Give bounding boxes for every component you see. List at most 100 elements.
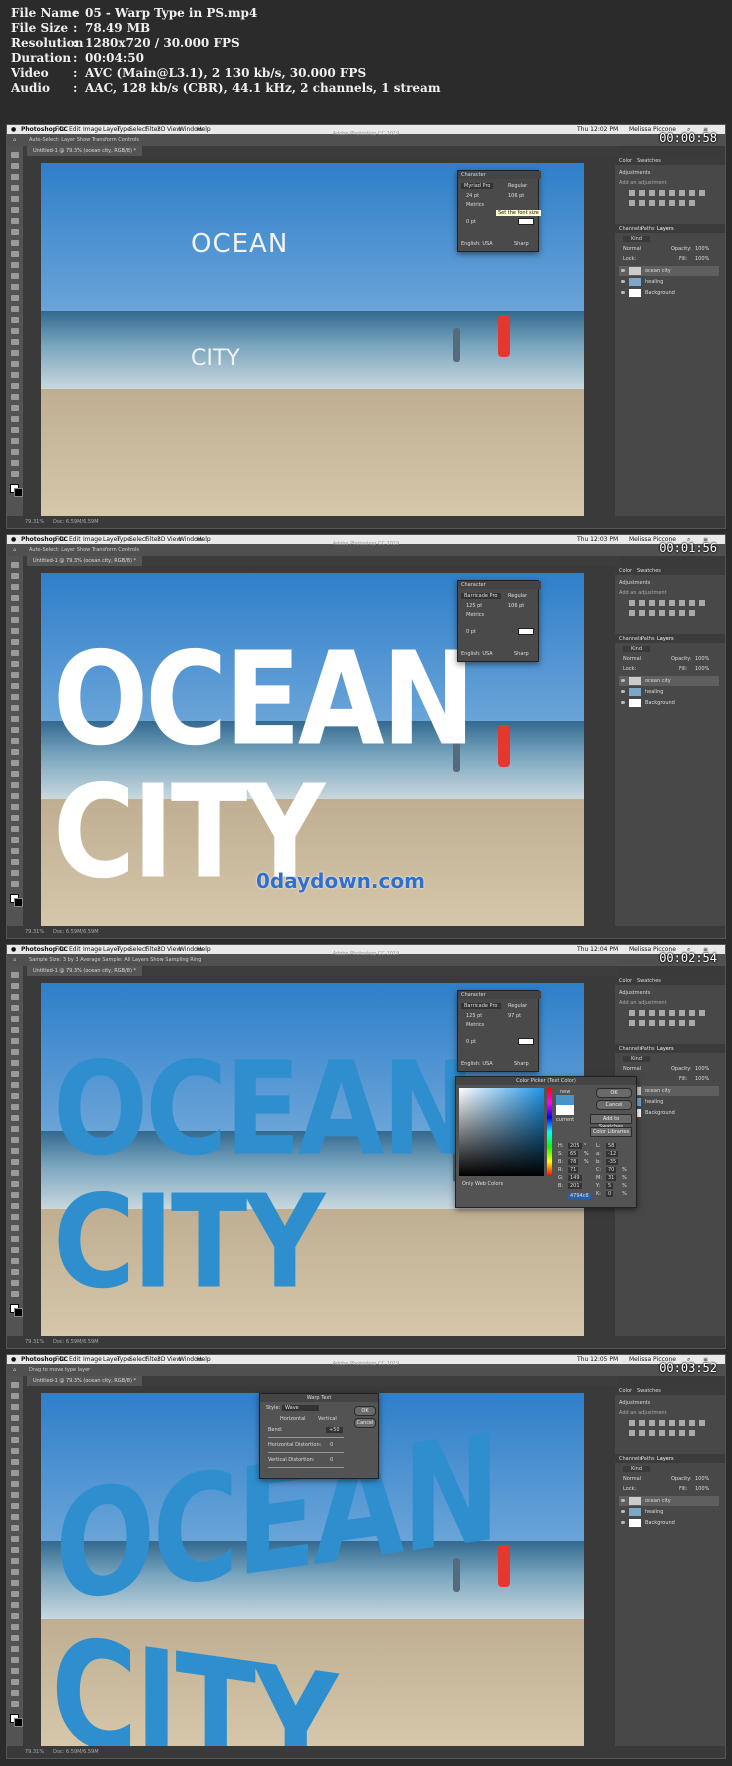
adjustment-icon[interactable] [649, 190, 655, 196]
font-style-select[interactable]: Regular [508, 1003, 527, 1009]
adjustment-icon[interactable] [669, 200, 675, 206]
adjustment-icon[interactable] [699, 600, 705, 606]
adjustment-icon[interactable] [659, 1420, 665, 1426]
tool-icon[interactable] [11, 815, 19, 821]
eye-icon[interactable] [621, 1499, 625, 1502]
tool-icon[interactable] [11, 650, 19, 656]
antialias-select[interactable]: Sharp [514, 651, 529, 657]
tool-icon[interactable] [11, 1203, 19, 1209]
eye-icon[interactable] [621, 1510, 625, 1513]
tool-icon[interactable] [11, 782, 19, 788]
tool-icon[interactable] [11, 1569, 19, 1575]
picker-field-value[interactable]: 78 [568, 1159, 579, 1165]
text-color-swatch[interactable] [518, 218, 534, 225]
adjustment-icon[interactable] [679, 200, 685, 206]
tab-channels[interactable]: Channels [619, 1046, 642, 1052]
picker-lab-value[interactable]: 5 [606, 1183, 614, 1189]
adjustment-icon[interactable] [689, 1420, 695, 1426]
font-style-select[interactable]: Regular [508, 593, 527, 599]
opacity-value[interactable]: 100% [695, 1476, 709, 1482]
tab-channels[interactable]: Channels [619, 226, 642, 232]
adjustment-icon[interactable] [689, 600, 695, 606]
tool-icon[interactable] [11, 1005, 19, 1011]
tab-color[interactable]: Color [619, 158, 632, 164]
tool-icon[interactable] [11, 1181, 19, 1187]
tab-swatches[interactable]: Swatches [637, 158, 661, 164]
adjustment-icon[interactable] [669, 1430, 675, 1436]
tool-icon[interactable] [11, 639, 19, 645]
layer-row[interactable]: healing [619, 1507, 719, 1517]
tool-icon[interactable] [11, 218, 19, 224]
layer-kind-filter[interactable]: Kind [623, 236, 651, 242]
eye-icon[interactable] [621, 679, 625, 682]
tool-icon[interactable] [11, 881, 19, 887]
document-tab[interactable]: Untitled-1 @ 79.3% (ocean city, RGB/8) * [27, 966, 142, 976]
adjustment-icon[interactable] [659, 610, 665, 616]
tool-icon[interactable] [11, 152, 19, 158]
tool-icon[interactable] [11, 1382, 19, 1388]
adjustment-icon[interactable] [699, 1420, 705, 1426]
tool-icon[interactable] [11, 837, 19, 843]
font-size-field[interactable]: 125 pt [466, 1013, 482, 1019]
tool-icon[interactable] [11, 1481, 19, 1487]
tool-icon[interactable] [11, 1236, 19, 1242]
text-layer-ocean[interactable]: OCEAN [191, 229, 288, 259]
tool-icon[interactable] [11, 628, 19, 634]
adjustment-icon[interactable] [669, 1010, 675, 1016]
picker-lab-value[interactable]: 70 [606, 1167, 617, 1173]
fill-value[interactable]: 100% [695, 666, 709, 672]
tool-icon[interactable] [11, 196, 19, 202]
layer-kind-filter[interactable]: Kind [623, 1466, 651, 1472]
cancel-button[interactable]: Cancel [354, 1418, 376, 1428]
layer-row[interactable]: healing [619, 277, 719, 287]
tool-icon[interactable] [11, 1448, 19, 1454]
layer-row[interactable]: Background [619, 698, 719, 708]
adjustment-icon[interactable] [659, 1020, 665, 1026]
layer-row[interactable]: ocean city [619, 676, 719, 686]
text-layer-ocean[interactable]: OCEAN [53, 1035, 475, 1185]
tool-icon[interactable] [11, 826, 19, 832]
tool-icon[interactable] [11, 438, 19, 444]
adjustment-icon[interactable] [689, 200, 695, 206]
tab-layers[interactable]: Layers [657, 636, 674, 642]
font-family-select[interactable]: Barricade Pro [461, 593, 501, 599]
picker-field-value[interactable]: 205 [568, 1143, 582, 1149]
language-select[interactable]: English: USA [461, 651, 493, 657]
adjustment-icon[interactable] [649, 600, 655, 606]
document-tab[interactable]: Untitled-1 @ 79.3% (ocean city, RGB/8) * [27, 146, 142, 156]
tool-icon[interactable] [11, 683, 19, 689]
kerning-field[interactable]: Metrics [466, 1022, 484, 1028]
adjustment-icon[interactable] [679, 1430, 685, 1436]
layer-row[interactable]: ocean city [619, 1496, 719, 1506]
adjustment-icon[interactable] [629, 1020, 635, 1026]
tool-icon[interactable] [11, 1437, 19, 1443]
antialias-select[interactable]: Sharp [514, 241, 529, 247]
adjustment-icon[interactable] [669, 190, 675, 196]
tool-icon[interactable] [11, 1104, 19, 1110]
tool-icon[interactable] [11, 1038, 19, 1044]
tool-icon[interactable] [11, 1679, 19, 1685]
tool-icon[interactable] [11, 749, 19, 755]
tool-icon[interactable] [11, 573, 19, 579]
adjustment-icon[interactable] [669, 1020, 675, 1026]
tab-layers[interactable]: Layers [657, 226, 674, 232]
style-select[interactable]: Wave [282, 1405, 319, 1411]
add-to-swatches-button[interactable]: Add to Swatches [590, 1114, 632, 1130]
tool-icon[interactable] [11, 1016, 19, 1022]
tool-icon[interactable] [11, 207, 19, 213]
document-tab[interactable]: Untitled-1 @ 79.3% (ocean city, RGB/8) * [27, 556, 142, 566]
ok-button[interactable]: OK [354, 1406, 376, 1416]
adjustment-icon[interactable] [639, 600, 645, 606]
tool-icon[interactable] [11, 983, 19, 989]
tool-icon[interactable] [11, 1049, 19, 1055]
tab-color[interactable]: Color [619, 568, 632, 574]
kerning-field[interactable]: Metrics [466, 612, 484, 618]
text-color-swatch[interactable] [518, 628, 534, 635]
tool-icon[interactable] [11, 1082, 19, 1088]
color-field[interactable] [459, 1088, 544, 1176]
adjustment-icon[interactable] [639, 200, 645, 206]
adjustment-icon[interactable] [639, 1430, 645, 1436]
layer-row[interactable]: Background [619, 288, 719, 298]
tool-icon[interactable] [11, 1558, 19, 1564]
adjustment-icon[interactable] [699, 1010, 705, 1016]
